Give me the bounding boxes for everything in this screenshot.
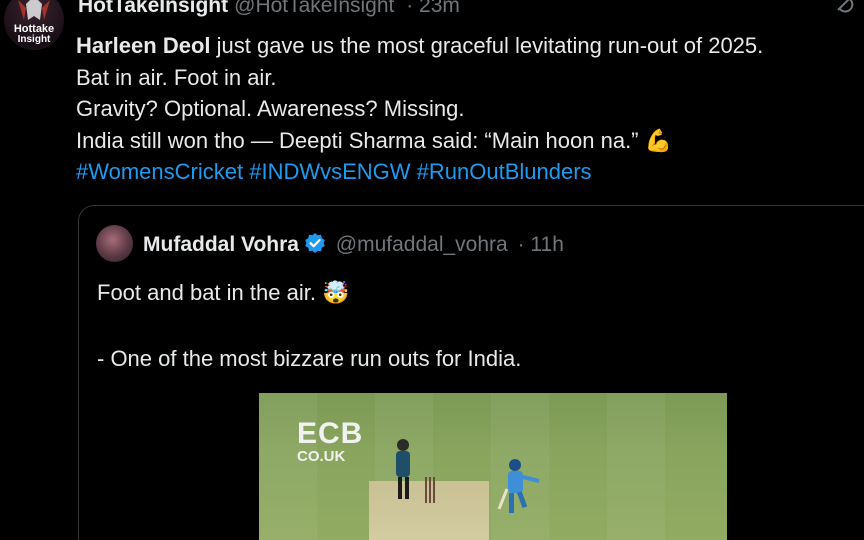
- author-handle[interactable]: @HotTakeInsight: [234, 0, 394, 17]
- grok-icon[interactable]: [834, 0, 856, 14]
- tweet-body: Harleen Deol just gave us the most grace…: [76, 30, 860, 188]
- quoted-video-media[interactable]: ECB CO.UK: [259, 393, 727, 540]
- author-name[interactable]: HotTakeInsight: [78, 0, 228, 17]
- author-avatar[interactable]: Hottake Insight: [4, 0, 64, 50]
- quoted-line-1: Foot and bat in the air. 🤯: [97, 280, 350, 305]
- mentioned-player: Harleen Deol: [76, 33, 211, 58]
- hashtag-link[interactable]: #INDWvsENGW: [249, 159, 410, 184]
- quoted-line-2: [97, 309, 857, 342]
- quoted-tweet-body: Foot and bat in the air. 🤯 - One of the …: [97, 276, 857, 375]
- hashtag-line: #WomensCricket #INDWvsENGW #RunOutBlunde…: [76, 156, 860, 188]
- verified-badge-icon: [305, 233, 325, 253]
- quoted-line-3: - One of the most bizzare run outs for I…: [97, 346, 522, 371]
- tweet-line-4: India still won tho — Deepti Sharma said…: [76, 127, 673, 153]
- match-players-illustration: [396, 439, 540, 513]
- quoted-author-name[interactable]: Mufaddal Vohra: [143, 233, 299, 256]
- hashtag-link[interactable]: #RunOutBlunders: [417, 159, 592, 184]
- quoted-author-handle[interactable]: @mufaddal_vohra: [336, 233, 508, 256]
- tweet-line-2: Bat in air. Foot in air.: [76, 64, 277, 90]
- tweet-header: HotTakeInsight @HotTakeInsight · 23m: [78, 0, 460, 18]
- quoted-tweet[interactable]: Mufaddal Vohra @mufaddal_vohra · 11h Foo…: [78, 205, 864, 540]
- quoted-tweet-header: Mufaddal Vohra @mufaddal_vohra · 11h: [143, 232, 564, 257]
- avatar-logo-text-2: Insight: [17, 34, 51, 45]
- tweet-timestamp[interactable]: · 23m: [406, 0, 460, 17]
- tweet-line-1-text: just gave us the most graceful levitatin…: [210, 33, 764, 58]
- tweet-line-1: Harleen Deol just gave us the most grace…: [76, 30, 860, 62]
- quoted-timestamp[interactable]: · 11h: [518, 233, 564, 256]
- hashtag-link[interactable]: #WomensCricket: [76, 159, 243, 184]
- tweet-line-3: Gravity? Optional. Awareness? Missing.: [76, 96, 465, 121]
- quoted-author-avatar[interactable]: [96, 225, 133, 262]
